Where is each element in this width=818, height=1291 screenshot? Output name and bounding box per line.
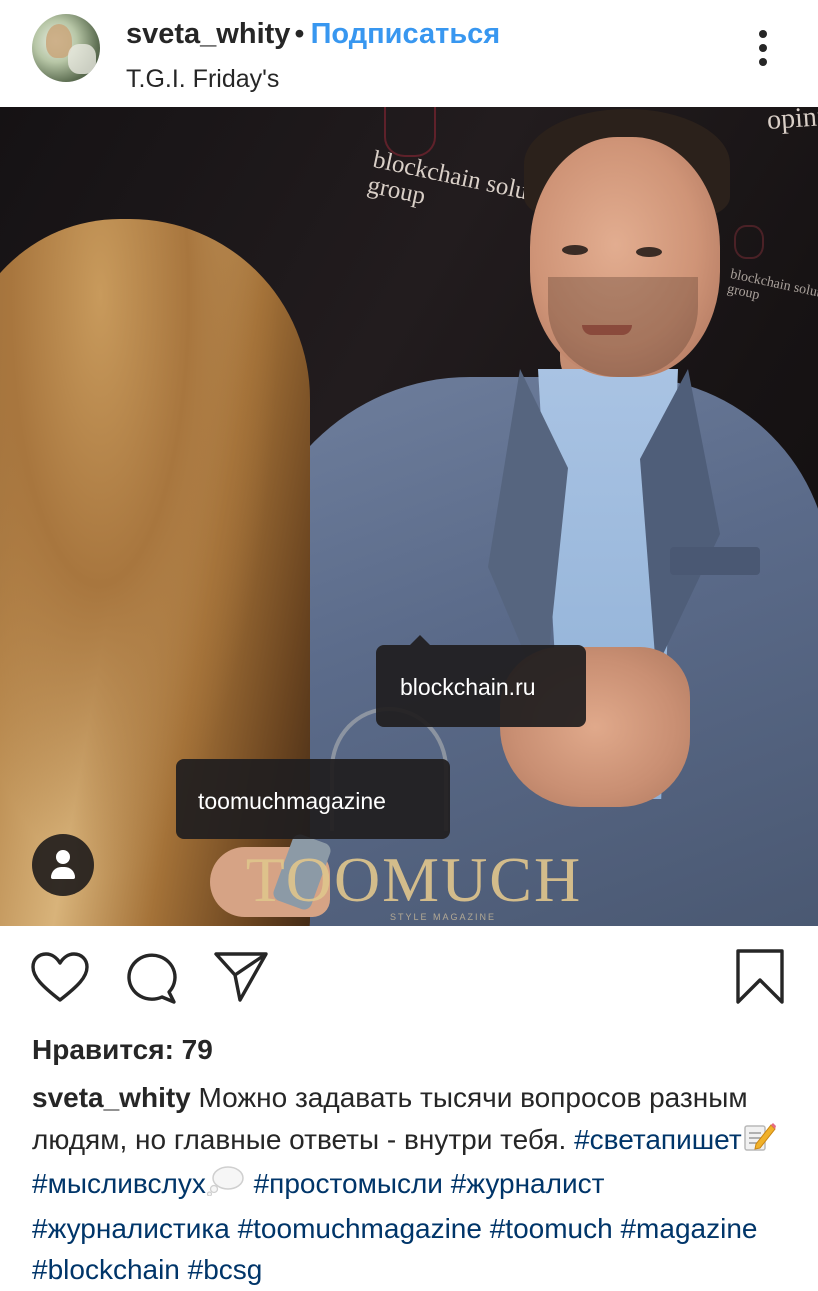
hashtag[interactable]: #toomuch <box>490 1213 613 1244</box>
post-caption: sveta_whity Можно задавать тысячи вопрос… <box>32 1077 792 1291</box>
hashtag[interactable]: #toomuchmagazine <box>238 1213 482 1244</box>
post-photo[interactable]: blockchain solutions group blockchain so… <box>0 107 818 926</box>
heart-icon[interactable] <box>30 950 90 1006</box>
man-mouth <box>582 325 632 335</box>
hashtag[interactable]: #мысливслух <box>32 1168 206 1199</box>
memo-icon <box>742 1120 776 1164</box>
paper-plane-icon[interactable] <box>212 948 270 1004</box>
hashtag[interactable]: #светапишет <box>574 1124 742 1155</box>
photo-tag-blockchain[interactable]: blockchain.ru <box>376 635 586 727</box>
photo-tag-toomuchmagazine[interactable]: toomuchmagazine <box>176 759 450 839</box>
username-link[interactable]: sveta_whity <box>126 18 290 50</box>
hashtag[interactable]: #blockchain <box>32 1254 180 1285</box>
wall-logo-mark-small <box>734 225 764 259</box>
hashtag[interactable]: #простомысли <box>254 1168 443 1199</box>
likes-count[interactable]: Нравится: 79 <box>32 1033 213 1067</box>
hashtag[interactable]: #magazine <box>620 1213 757 1244</box>
photo-tag-label: blockchain.ru <box>400 674 536 700</box>
location-link[interactable]: T.G.I. Friday's <box>126 63 279 95</box>
hashtag[interactable]: #журналист <box>451 1168 605 1199</box>
man-eye-right <box>636 247 662 257</box>
post-header: sveta_whity • Подписаться T.G.I. Friday's <box>0 0 818 107</box>
separator-dot: • <box>294 18 305 50</box>
wall-text-small: blockchain solutions group <box>726 267 818 320</box>
bookmark-icon[interactable] <box>734 948 786 1006</box>
thought-balloon-icon <box>206 1164 246 1208</box>
jacket-pocket <box>670 547 760 575</box>
man-eye-left <box>562 245 588 255</box>
hashtag[interactable]: #журналистика <box>32 1213 230 1244</box>
speech-bubble-icon[interactable] <box>122 950 180 1006</box>
avatar[interactable] <box>32 14 100 82</box>
wall-text-corner: opinio <box>766 107 818 136</box>
watermark-subtitle: STYLE MAGAZINE <box>390 912 497 922</box>
photo-tag-label: toomuchmagazine <box>198 788 386 814</box>
hashtag[interactable]: #bcsg <box>188 1254 263 1285</box>
tagged-users-icon[interactable] <box>32 834 94 896</box>
caption-username[interactable]: sveta_whity <box>32 1082 191 1113</box>
more-options-icon[interactable] <box>748 27 780 69</box>
follow-button[interactable]: Подписаться <box>311 18 501 50</box>
watermark-logo: TOOMUCH <box>245 844 583 915</box>
user-line: sveta_whity • Подписаться <box>126 16 500 52</box>
